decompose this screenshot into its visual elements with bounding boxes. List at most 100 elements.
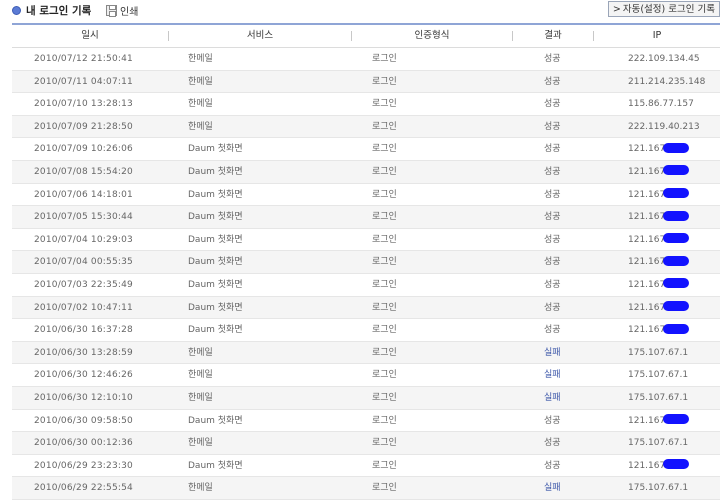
- cell-date-text: 2010/07/05 15:30:44: [34, 212, 133, 223]
- cell-auth-text: 로그인: [372, 438, 397, 449]
- cell-service: Daum 첫화면: [188, 138, 243, 160]
- cell-auth: 로그인: [372, 138, 397, 160]
- cell-date-text: 2010/06/30 00:12:36: [34, 438, 133, 449]
- table-row: 2010/07/08 15:54:20 Daum 첫화면 로그인 성공 121.167: [12, 160, 720, 184]
- cell-ip: 121.167: [628, 138, 690, 160]
- redaction-mark: [663, 188, 690, 199]
- print-button[interactable]: 인쇄: [106, 3, 138, 18]
- cell-auth: 로그인: [372, 48, 397, 70]
- cell-auth: 로그인: [372, 455, 397, 477]
- cell-auth-text: 로그인: [372, 99, 397, 110]
- cell-ip: 121.167: [628, 206, 690, 228]
- cell-ip: 175.107.67.1: [628, 342, 688, 364]
- cell-date: 2010/06/30 16:37:28: [34, 319, 133, 341]
- cell-auth-text: 로그인: [372, 370, 397, 381]
- cell-ip-text: 211.214.235.148: [628, 76, 706, 87]
- cell-service: Daum 첫화면: [188, 161, 243, 183]
- cell-ip-text: 222.109.134.45: [628, 54, 700, 64]
- cell-ip-text: 121.167: [628, 325, 666, 336]
- printer-icon: [106, 4, 117, 17]
- table-row: 2010/07/04 00:55:35 Daum 첫화면 로그인 성공 121.167: [12, 251, 720, 274]
- cell-auth: 로그인: [372, 342, 397, 364]
- cell-auth-text: 로그인: [372, 166, 397, 177]
- cell-ip-text: 121.167: [628, 212, 666, 223]
- page-title: 내 로그인 기록: [26, 5, 92, 17]
- cell-auth: 로그인: [372, 274, 397, 296]
- cell-result-text: 성공: [544, 279, 561, 290]
- cell-ip-text: 222.119.40.213: [628, 121, 700, 132]
- cell-service: Daum 첫화면: [188, 410, 243, 432]
- cell-auth: 로그인: [372, 251, 397, 273]
- table-row: 2010/06/29 22:55:54 한메일 로그인 실패 175.107.67.1: [12, 477, 720, 500]
- cell-date-text: 2010/06/29 22:55:54: [34, 483, 133, 494]
- cell-result: 성공: [544, 229, 561, 251]
- cell-result: 성공: [544, 138, 561, 160]
- bullet-dot-icon: [12, 6, 21, 15]
- cell-service-text: Daum 첫화면: [188, 415, 243, 426]
- redaction-mark: [663, 278, 690, 289]
- table-row: 2010/06/30 13:28:59 한메일 로그인 실패 175.107.67.1: [12, 341, 720, 365]
- cell-service: Daum 첫화면: [188, 274, 243, 296]
- cell-service-text: Daum 첫화면: [188, 166, 243, 177]
- cell-result-text: 성공: [544, 99, 561, 110]
- cell-ip-text: 121.167: [628, 257, 666, 268]
- cell-date-text: 2010/07/12 21:50:41: [34, 54, 133, 64]
- cell-ip-text: 115.86.77.157: [628, 99, 694, 110]
- col-header-ip: IP: [652, 30, 662, 41]
- cell-service-text: 한메일: [188, 438, 213, 449]
- cell-date-text: 2010/07/02 10:47:11: [34, 302, 133, 313]
- cell-date-text: 2010/06/30 13:28:59: [34, 347, 133, 358]
- cell-auth-text: 로그인: [372, 347, 397, 358]
- cell-service-text: Daum 첫화면: [188, 234, 243, 245]
- redaction-mark: [663, 301, 690, 312]
- col-header-auth: 인증형식: [414, 30, 450, 41]
- cell-result: 성공: [544, 297, 561, 319]
- login-history-table: 2010/07/12 21:50:41 한메일 로그인 성공 222.109.134.4…: [12, 48, 720, 500]
- cell-service-text: Daum 첫화면: [188, 460, 243, 471]
- cell-ip: 121.167: [628, 229, 690, 251]
- redaction-mark: [663, 414, 690, 424]
- cell-date: 2010/07/11 04:07:11: [34, 71, 133, 93]
- redaction-mark: [663, 210, 690, 221]
- cell-service: 한메일: [188, 93, 213, 115]
- cell-ip-text: 121.167: [628, 144, 666, 155]
- table-row: 2010/07/10 13:28:13 한메일 로그인 성공 115.86.77.157: [12, 93, 720, 116]
- cell-ip: 175.107.67.1: [628, 364, 688, 386]
- cell-date: 2010/07/08 15:54:20: [34, 161, 133, 183]
- cell-auth-text: 로그인: [372, 76, 397, 87]
- cell-auth: 로그인: [372, 116, 397, 138]
- cell-result: 성공: [544, 455, 561, 477]
- cell-date-text: 2010/07/09 10:26:06: [34, 144, 133, 155]
- cell-result-text: 실패: [544, 347, 561, 358]
- table-row: 2010/07/02 10:47:11 Daum 첫화면 로그인 성공 121.167: [12, 296, 720, 320]
- cell-result-text: 성공: [544, 189, 561, 200]
- cell-service-text: Daum 첫화면: [188, 257, 243, 268]
- cell-date-text: 2010/07/08 15:54:20: [34, 166, 133, 177]
- cell-auth-text: 로그인: [372, 257, 397, 268]
- cell-result-text: 성공: [544, 234, 561, 245]
- cell-ip: 121.167: [628, 297, 690, 319]
- cell-ip-text: 121.167: [628, 166, 666, 177]
- cell-ip: 175.107.67.1: [628, 432, 688, 454]
- cell-date-text: 2010/07/03 22:35:49: [34, 279, 133, 290]
- cell-ip: 121.167: [628, 410, 690, 432]
- table-row: 2010/07/03 22:35:49 Daum 첫화면 로그인 성공 121.167: [12, 274, 720, 297]
- cell-service: 한메일: [188, 387, 213, 409]
- page-header: 내 로그인 기록 인쇄 > 자동(설정) 로그인 기록: [0, 0, 720, 22]
- cell-result-text: 성공: [544, 325, 561, 336]
- cell-auth-text: 로그인: [372, 325, 397, 336]
- cell-service-text: 한메일: [188, 121, 213, 132]
- table-header: 일시 서비스 인증형식 결과 IP: [12, 25, 720, 48]
- auto-login-history-button[interactable]: > 자동(설정) 로그인 기록: [607, 1, 720, 17]
- cell-date: 2010/06/29 23:23:30: [34, 455, 133, 477]
- cell-result-text: 실패: [544, 370, 561, 381]
- cell-result: 성공: [544, 161, 561, 183]
- cell-auth: 로그인: [372, 93, 397, 115]
- col-header-result: 결과: [544, 30, 562, 41]
- cell-auth: 로그인: [372, 229, 397, 251]
- cell-service-text: Daum 첫화면: [188, 144, 243, 155]
- cell-auth: 로그인: [372, 71, 397, 93]
- cell-auth-text: 로그인: [372, 54, 397, 64]
- cell-result: 성공: [544, 184, 561, 206]
- cell-date-text: 2010/06/30 12:10:10: [34, 392, 133, 403]
